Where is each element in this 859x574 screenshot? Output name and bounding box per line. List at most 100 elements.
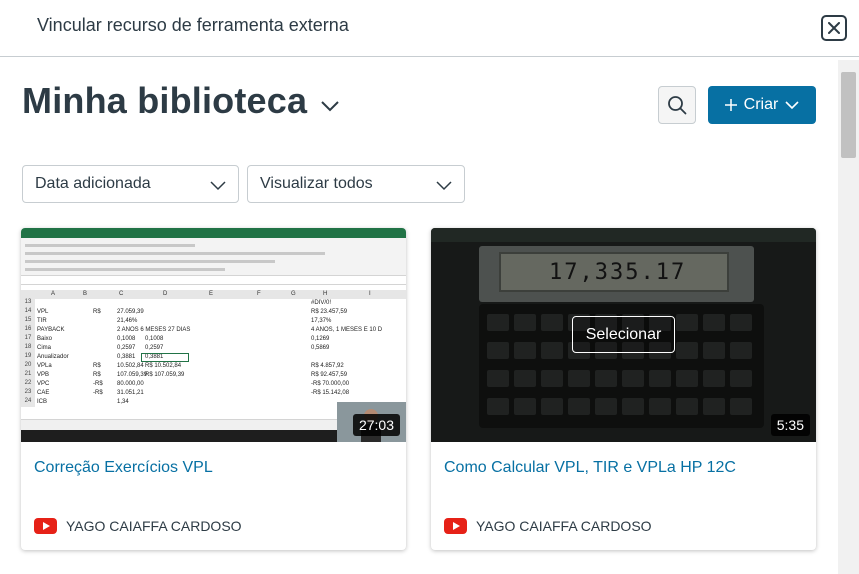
excel-cell: 0,5869 <box>311 345 330 351</box>
excel-cell: 17,37% <box>311 318 332 324</box>
excel-row-number: 18 <box>21 344 35 353</box>
excel-cell: 10.502,84 <box>117 363 144 369</box>
excel-column-header: B <box>83 291 88 297</box>
chevron-down-icon <box>210 181 226 191</box>
excel-cell: -R$ 15.142,08 <box>311 390 350 396</box>
excel-column-header: H <box>323 291 328 297</box>
excel-cell: R$ 107.059,39 <box>145 372 185 378</box>
excel-cell: R$ <box>93 372 101 378</box>
excel-row-number: 14 <box>21 308 35 317</box>
excel-cell: VPC <box>37 381 50 387</box>
excel-row: 19 Anualizador 0,3881 0,3881 <box>21 353 406 362</box>
excel-cell: 21,46% <box>117 318 138 324</box>
excel-cell: Cima <box>37 345 52 351</box>
excel-cell: 1,34 <box>117 399 129 405</box>
scrollbar-thumb[interactable] <box>841 72 856 158</box>
excel-column-headers: A B C D E F G H I <box>21 290 406 299</box>
excel-cell: 80.000,00 <box>117 381 144 387</box>
excel-cell: 4 ANOS, 1 MESES E 10 D <box>311 327 383 333</box>
excel-cell: PAYBACK <box>37 327 65 333</box>
excel-row-number: 24 <box>21 398 35 407</box>
excel-cell: -R$ 70.000,00 <box>311 381 350 387</box>
video-channel: YAGO CAIAFFA CARDOSO <box>34 518 242 534</box>
video-duration: 27:03 <box>352 414 400 436</box>
excel-formula-bar <box>21 276 406 285</box>
excel-column-header: E <box>209 291 214 297</box>
excel-cell: TIR <box>37 318 47 324</box>
search-button[interactable] <box>658 86 696 124</box>
excel-cell: #DIV/0! <box>311 300 332 306</box>
excel-cell: 0,3881 <box>117 354 136 360</box>
excel-cell: CAE <box>37 390 50 396</box>
close-icon <box>828 22 840 34</box>
chevron-down-icon <box>321 101 339 112</box>
video-title[interactable]: Como Calcular VPL, TIR e VPLa HP 12C <box>444 459 736 477</box>
video-thumbnail[interactable]: 17,335.17 Selecionar 5:35 <box>431 228 816 442</box>
excel-cell: 0,1269 <box>311 336 330 342</box>
channel-name: YAGO CAIAFFA CARDOSO <box>66 518 242 534</box>
excel-row: 17 Baixo 0,1008 0,1008 0,1269 <box>21 335 406 344</box>
modal-header: Vincular recurso de ferramenta externa <box>0 0 859 57</box>
video-title[interactable]: Correção Exercícios VPL <box>34 459 213 477</box>
excel-cell: 0,1008 <box>117 336 136 342</box>
excel-cell: 0,2597 <box>117 345 136 351</box>
excel-cell: -R$ <box>93 390 103 396</box>
excel-cell: VPB <box>37 372 50 378</box>
excel-column-header: F <box>257 291 261 297</box>
excel-row: 16 PAYBACK 2 ANOS 6 MESES 27 DIAS 4 ANOS, 1… <box>21 326 406 335</box>
excel-row-number: 13 <box>21 299 35 308</box>
view-select[interactable]: Visualizar todos <box>247 165 465 203</box>
excel-cell: 0,1008 <box>145 336 164 342</box>
video-thumbnail[interactable]: A B C D E F G H I 13 #DIV/0! 14 VPL R$ 27.059,39 R$ 23… <box>21 228 406 442</box>
excel-row-number: 23 <box>21 389 35 398</box>
excel-row-number: 15 <box>21 317 35 326</box>
excel-titlebar <box>21 228 406 238</box>
youtube-icon <box>34 518 57 534</box>
excel-cell: R$ <box>93 309 101 315</box>
excel-column-header: A <box>51 291 56 297</box>
create-button[interactable]: Criar <box>708 86 816 124</box>
video-duration: 5:35 <box>770 414 810 436</box>
plus-icon <box>724 99 737 111</box>
excel-cell: VPL <box>37 309 49 315</box>
close-button[interactable] <box>821 15 847 41</box>
excel-row: 14 VPL R$ 27.059,39 R$ 23.457,59 <box>21 308 406 317</box>
excel-cell: R$ 92.457,59 <box>311 372 348 378</box>
excel-cell: 2 ANOS 6 MESES 27 DIAS <box>117 327 191 333</box>
modal-title: Vincular recurso de ferramenta externa <box>37 15 349 35</box>
chevron-down-icon <box>785 101 799 110</box>
excel-cell: R$ 4.857,92 <box>311 363 344 369</box>
excel-cell: R$ 23.457,59 <box>311 309 348 315</box>
excel-cell: -R$ <box>93 381 103 387</box>
excel-column-header: D <box>163 291 168 297</box>
library-title: Minha biblioteca <box>22 80 308 121</box>
channel-name: YAGO CAIAFFA CARDOSO <box>476 518 652 534</box>
excel-row-number: 20 <box>21 362 35 371</box>
video-card[interactable]: A B C D E F G H I 13 #DIV/0! 14 VPL R$ 27.059,39 R$ 23… <box>21 228 406 550</box>
excel-cell: 0,2597 <box>145 345 164 351</box>
excel-row: 22 VPC -R$ 80.000,00 -R$ 70.000,00 <box>21 380 406 389</box>
excel-cell: 107.059,39 <box>117 372 148 378</box>
excel-row-number: 17 <box>21 335 35 344</box>
excel-row: 18 Cima 0,2597 0,2597 0,5869 <box>21 344 406 353</box>
excel-cell: 27.059,39 <box>117 309 144 315</box>
excel-row: 23 CAE -R$ 31.051,21 -R$ 15.142,08 <box>21 389 406 398</box>
search-icon <box>668 96 687 115</box>
excel-selected-cell <box>141 353 189 362</box>
excel-row: 21 VPB R$ 107.059,39 R$ 107.059,39 R$ 92.457,… <box>21 371 406 380</box>
excel-cell: Baixo <box>37 336 53 342</box>
excel-cell: Anualizador <box>37 354 69 360</box>
excel-cell: ICB <box>37 399 48 405</box>
create-button-label: Criar <box>743 96 779 113</box>
select-video-button[interactable]: Selecionar <box>572 316 675 353</box>
youtube-icon <box>444 518 467 534</box>
sort-select[interactable]: Data adicionada <box>22 165 239 203</box>
excel-ribbon <box>21 238 406 276</box>
excel-row-number: 19 <box>21 353 35 362</box>
video-channel: YAGO CAIAFFA CARDOSO <box>444 518 652 534</box>
library-menu-button[interactable] <box>318 94 342 118</box>
excel-row: 15 TIR 21,46% 17,37% <box>21 317 406 326</box>
excel-row: 20 VPLa R$ 10.502,84 R$ 10.502,84 R$ 4.857,92 <box>21 362 406 371</box>
excel-column-header: G <box>291 291 296 297</box>
video-card[interactable]: 17,335.17 Selecionar 5:35 Como Calcular … <box>431 228 816 550</box>
